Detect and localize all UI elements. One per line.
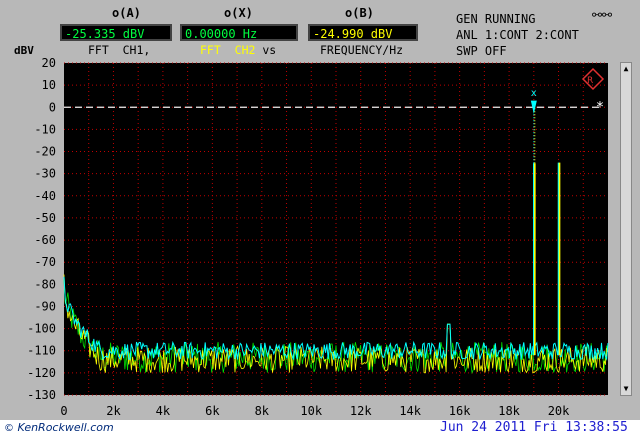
x-tick-label: 20k bbox=[548, 404, 570, 418]
y-tick-label: -70 bbox=[34, 255, 56, 269]
x-tick-label: 14k bbox=[399, 404, 421, 418]
x-tick-label: 6k bbox=[205, 404, 220, 418]
y-tick-label: -90 bbox=[34, 299, 56, 313]
x-tick-label: 4k bbox=[156, 404, 171, 418]
y-tick-label: -30 bbox=[34, 167, 56, 181]
spectrum-chart: 20 10 0 -10 -20 -30 -40 -50 -60 -70 -80 -90 -100 -110… bbox=[27, 56, 609, 418]
y-tick-label: 10 bbox=[42, 78, 56, 92]
cursor-marker: x bbox=[531, 88, 537, 99]
x-tick-label: 12k bbox=[350, 404, 372, 418]
scroll-up-icon[interactable]: ▲ bbox=[621, 63, 631, 75]
y-tick-label: -130 bbox=[27, 388, 56, 402]
svg-text:R: R bbox=[587, 76, 593, 86]
x-tick-label: 10k bbox=[300, 404, 322, 418]
cursor-marker: * bbox=[596, 99, 604, 115]
y-tick-label: -40 bbox=[34, 189, 56, 203]
y-tick-label: -50 bbox=[34, 211, 56, 225]
x-tick-label: 2k bbox=[106, 404, 121, 418]
scroll-down-icon[interactable]: ▼ bbox=[621, 383, 631, 395]
x-tick-label: 18k bbox=[498, 404, 520, 418]
copyright-icon: © bbox=[4, 423, 14, 434]
y-tick-label: -120 bbox=[27, 366, 56, 380]
x-tick-label: 0 bbox=[60, 404, 67, 418]
y-tick-label: 20 bbox=[42, 56, 56, 70]
x-tick-label: 8k bbox=[255, 404, 270, 418]
credit-label: KenRockwell.com bbox=[17, 421, 114, 434]
x-tick-label: 16k bbox=[449, 404, 471, 418]
y-tick-label: -100 bbox=[27, 322, 56, 336]
y-tick-label: -10 bbox=[34, 122, 56, 136]
y-tick-label: -110 bbox=[27, 344, 56, 358]
y-tick-label: -60 bbox=[34, 233, 56, 247]
y-tick-label: -20 bbox=[34, 145, 56, 159]
y-tick-label: -80 bbox=[34, 277, 56, 291]
credit-text: © KenRockwell.com bbox=[4, 421, 114, 434]
vertical-scrollbar[interactable]: ▲ ▼ bbox=[620, 62, 632, 396]
y-tick-label: 0 bbox=[49, 100, 56, 114]
timestamp: Jun 24 2011 Fri 13:38:55 bbox=[440, 420, 628, 435]
